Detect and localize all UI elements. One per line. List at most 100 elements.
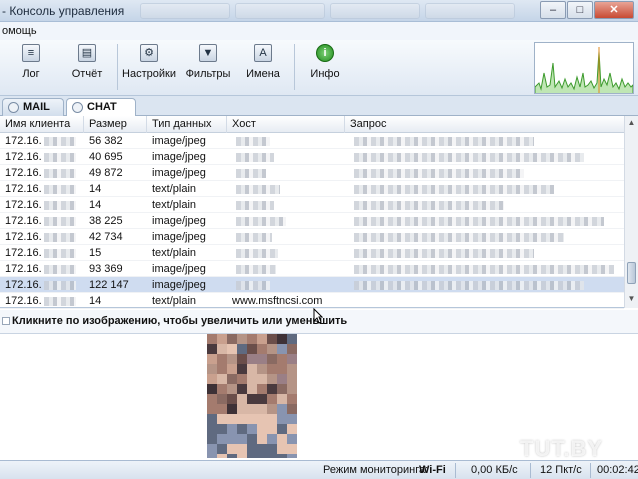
photo-pixel [247, 334, 257, 344]
redacted-ip-suffix [43, 136, 76, 146]
photo-pixel [237, 424, 247, 434]
maximize-button[interactable]: □ [567, 1, 593, 19]
column-header-client[interactable]: Имя клиента [0, 116, 84, 133]
photo-pixel [287, 334, 297, 344]
photo-pixel [277, 434, 287, 444]
chat-icon [72, 102, 83, 113]
photo-pixel [257, 394, 267, 404]
table-header: Имя клиента Размер Тип данных Хост Запро… [0, 116, 624, 133]
menu-item-help[interactable]: омощь [2, 25, 37, 37]
image-panel-toggle[interactable] [2, 317, 10, 325]
table-row[interactable]: 172.16. 14 text/plain www.msftncsi.com [0, 293, 624, 309]
photo-pixel [267, 394, 277, 404]
tab-chat-label: CHAT [87, 101, 117, 113]
cell-client: 172.16. [0, 293, 84, 309]
scroll-up-icon[interactable]: ▲ [627, 118, 636, 128]
table-row[interactable]: 172.16. 42 734 image/jpeg [0, 229, 624, 245]
table-row[interactable]: 172.16. 122 147 image/jpeg [0, 277, 624, 293]
photo-pixel [257, 454, 267, 458]
tab-chat[interactable]: CHAT [66, 98, 136, 117]
captured-image[interactable] [207, 334, 297, 458]
cell-size: 42 734 [89, 231, 123, 243]
table-row[interactable]: 172.16. 56 382 image/jpeg [0, 133, 624, 149]
photo-pixel [277, 454, 287, 458]
photo-pixel [277, 414, 287, 424]
photo-pixel [247, 454, 257, 458]
settings-button[interactable]: ⚙ Настройки [121, 42, 177, 92]
table-row[interactable]: 172.16. 14 text/plain [0, 197, 624, 213]
cell-type: text/plain [152, 295, 197, 307]
settings-icon: ⚙ [140, 44, 158, 62]
scroll-thumb[interactable] [627, 262, 636, 284]
table-row[interactable]: 172.16. 49 872 image/jpeg [0, 165, 624, 181]
photo-pixel [237, 364, 247, 374]
photo-pixel [207, 454, 217, 458]
redacted-host [236, 168, 266, 178]
filter-button[interactable]: ▼ Фильтры [180, 42, 236, 92]
cell-request [345, 293, 624, 309]
redacted-request [354, 232, 564, 242]
photo-pixel [207, 354, 217, 364]
photo-pixel [267, 334, 277, 344]
info-button[interactable]: i Инфо [297, 42, 353, 92]
photo-pixel [257, 374, 267, 384]
column-header-size[interactable]: Размер [84, 116, 147, 133]
photo-pixel [207, 374, 217, 384]
status-bar: Режим мониторинга: Wi-Fi 0,00 КБ/с 12 Пк… [0, 460, 638, 479]
cell-client: 172.16. [0, 133, 84, 149]
scroll-down-icon[interactable]: ▼ [627, 294, 636, 304]
photo-pixel [277, 334, 287, 344]
photo-pixel [237, 384, 247, 394]
photo-pixel [287, 434, 297, 444]
tab-mail[interactable]: MAIL [2, 98, 64, 116]
photo-pixel [247, 364, 257, 374]
photo-pixel [267, 444, 277, 454]
column-header-request[interactable]: Запрос [345, 116, 624, 133]
table-row[interactable]: 172.16. 14 text/plain [0, 181, 624, 197]
names-button[interactable]: A Имена [235, 42, 291, 92]
table-row[interactable]: 172.16. 93 369 image/jpeg [0, 261, 624, 277]
cell-host [227, 229, 345, 245]
photo-pixel [267, 434, 277, 444]
table-scrollbar[interactable]: ▲ ▼ [624, 116, 638, 308]
photo-pixel [277, 354, 287, 364]
table-row[interactable]: 172.16. 15 text/plain [0, 245, 624, 261]
redacted-ip-suffix [43, 232, 76, 242]
photo-pixel [287, 404, 297, 414]
cell-request [345, 165, 624, 181]
column-header-type[interactable]: Тип данных [147, 116, 227, 133]
cell-client: 172.16. [0, 213, 84, 229]
redacted-host [236, 152, 274, 162]
cell-host [227, 277, 345, 293]
minimize-button[interactable]: – [540, 1, 566, 19]
cell-host [227, 261, 345, 277]
photo-pixel [217, 384, 227, 394]
client-ip: 172.16. [5, 183, 42, 195]
photo-pixel [237, 434, 247, 444]
client-ip: 172.16. [5, 279, 42, 291]
photo-pixel [257, 434, 267, 444]
mail-icon [8, 102, 19, 113]
photo-pixel [237, 344, 247, 354]
photo-pixel [287, 454, 297, 458]
log-button[interactable]: ≡ Лог [3, 42, 59, 92]
photo-pixel [217, 404, 227, 414]
column-header-host[interactable]: Хост [227, 116, 345, 133]
status-separator [530, 463, 531, 478]
cell-request [345, 229, 624, 245]
photo-pixel [247, 424, 257, 434]
table-body: 172.16. 56 382 image/jpeg 172.16. 40 695 imag… [0, 133, 624, 309]
host-name: www.msftncsi.com [232, 295, 323, 307]
cell-type: image/jpeg [152, 279, 206, 291]
close-button[interactable]: ✕ [594, 1, 634, 19]
photo-pixel [277, 374, 287, 384]
redacted-request [354, 152, 584, 162]
tab-strip: MAIL CHAT [0, 96, 638, 117]
client-ip: 172.16. [5, 167, 42, 179]
redacted-request [354, 184, 554, 194]
photo-pixel [247, 414, 257, 424]
photo-pixel [237, 374, 247, 384]
table-row[interactable]: 172.16. 38 225 image/jpeg [0, 213, 624, 229]
table-row[interactable]: 172.16. 40 695 image/jpeg [0, 149, 624, 165]
report-button[interactable]: ▤ Отчёт [59, 42, 115, 92]
